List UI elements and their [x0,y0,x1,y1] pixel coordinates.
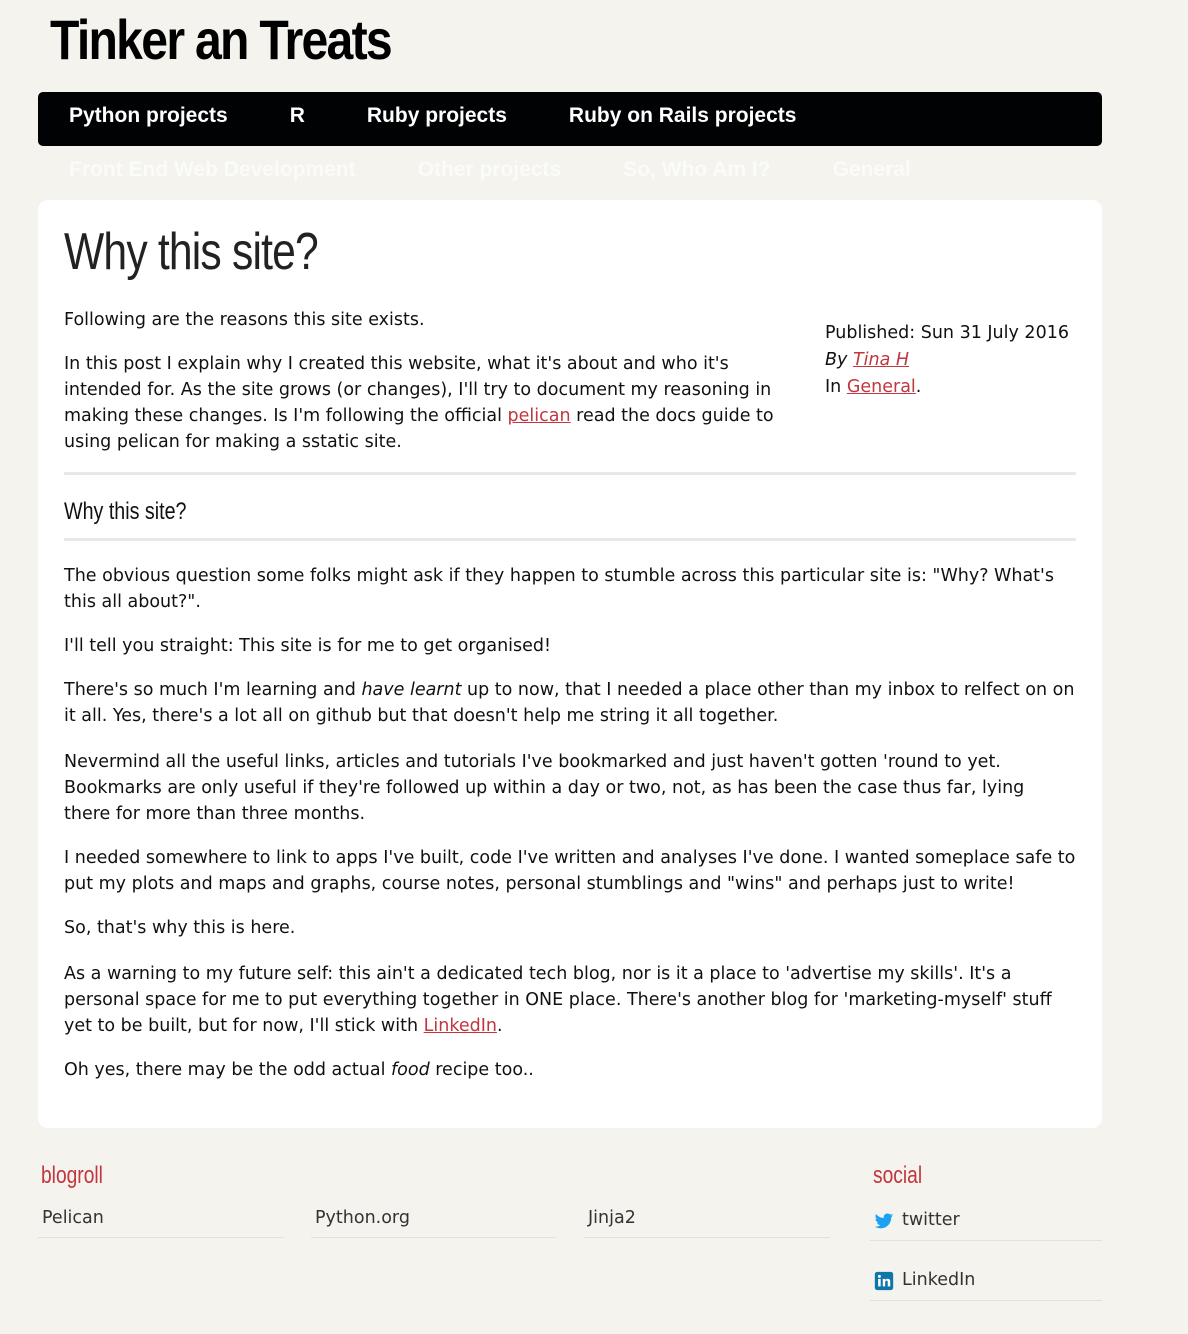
article-paragraph: So, that's why this is here. [64,918,296,938]
linkedin-link[interactable]: LinkedIn [424,1016,497,1036]
article-summary: In this post I explain why I created thi… [64,354,774,452]
nav-item-ruby-on-rails-projects[interactable]: Ruby on Rails projects [538,104,828,128]
social-label: LinkedIn [902,1270,976,1290]
article-paragraph: There's so much I'm learning and have le… [64,680,1075,726]
divider [64,538,1076,541]
article-paragraph: I'll tell you straight: This site is for… [64,636,552,656]
article-paragraph: As a warning to my future self: this ain… [64,964,1052,1036]
divider [64,472,1076,475]
nav-item-front-end-web-development[interactable]: Front End Web Development [38,158,387,182]
site-title[interactable]: Tinker an Treats [50,6,393,73]
article-paragraph: Oh yes, there may be the odd actual food… [64,1060,534,1080]
nav-item-general[interactable]: General [802,158,942,182]
nav-item-python-projects[interactable]: Python projects [38,104,259,128]
linkedin-icon [874,1271,894,1291]
article-paragraph: The obvious question some folks might as… [64,566,1054,612]
author-line: By Tina H [825,350,910,370]
section-heading: Why this site? [64,498,187,525]
main-nav: Python projects R Ruby projects Ruby on … [38,104,1188,128]
social-heading: social [873,1162,923,1189]
nav-item-other-projects[interactable]: Other projects [387,158,593,182]
blogroll-link-python-org[interactable]: Python.org [311,1208,556,1238]
article-paragraph: Nevermind all the useful links, articles… [64,752,1025,824]
nav-item-ruby-projects[interactable]: Ruby projects [336,104,538,128]
pelican-link[interactable]: pelican [508,406,571,426]
article-title: Why this site? [64,223,319,281]
social-label: twitter [902,1210,960,1230]
article-paragraph: I needed somewhere to link to apps I've … [64,848,1076,894]
blogroll-link-pelican[interactable]: Pelican [38,1208,284,1238]
blogroll-heading: blogroll [41,1162,103,1189]
twitter-icon [874,1211,894,1231]
article-meta: Published: Sun 31 July 2016 By Tina H In… [825,320,1069,401]
blogroll-link-jinja2[interactable]: Jinja2 [584,1208,830,1238]
author-link[interactable]: Tina H [853,350,909,370]
category-link[interactable]: General [847,377,916,397]
social-link-twitter[interactable]: twitter [870,1210,1102,1241]
social-link-linkedin[interactable]: LinkedIn [870,1270,1102,1301]
overflow-nav: Front End Web Development Other projects… [38,158,1188,182]
article-intro: Following are the reasons this site exis… [64,310,425,330]
published-date: Published: Sun 31 July 2016 [825,323,1069,343]
nav-item-r[interactable]: R [259,104,336,128]
nav-item-who-am-i[interactable]: So, Who Am I? [592,158,801,182]
category-line: In General. [825,377,922,397]
